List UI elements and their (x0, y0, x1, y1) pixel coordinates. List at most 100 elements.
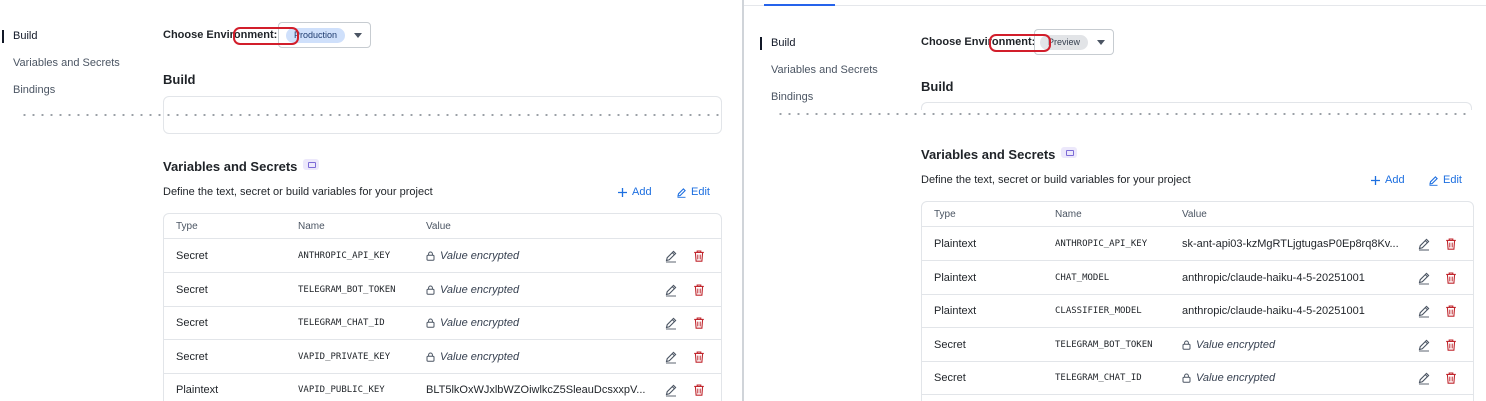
row-name: ANTHROPIC_API_KEY (1055, 239, 1148, 249)
variables-heading: Variables and Secrets (921, 147, 1078, 162)
row-name: TELEGRAM_CHAT_ID (298, 318, 385, 329)
variables-heading-text: Variables and Secrets (921, 147, 1056, 162)
trash-icon[interactable] (692, 383, 706, 397)
row-value: Value encrypted (426, 317, 646, 329)
row-type: Plaintext (934, 238, 977, 250)
nav-item-variables-and-secrets[interactable]: Variables and Secrets (771, 64, 878, 76)
variables-description: Define the text, secret or build variabl… (163, 186, 433, 198)
row-name: VAPID_PUBLIC_KEY (298, 385, 385, 396)
annotation-highlight (989, 34, 1051, 52)
lock-icon (426, 318, 435, 328)
table-row[interactable]: Plaintext CLASSIFIER_MODEL anthropic/claud… (922, 294, 1473, 329)
pencil-icon[interactable] (1417, 371, 1431, 385)
variables-heading-text: Variables and Secrets (163, 159, 298, 174)
trash-icon[interactable] (1444, 237, 1458, 251)
annotation-highlight (233, 27, 299, 45)
active-tab-indicator (764, 4, 835, 6)
row-value-text: Value encrypted (440, 350, 520, 363)
column-value: Value (1182, 209, 1207, 220)
row-type: Secret (176, 283, 208, 296)
pencil-icon[interactable] (1417, 304, 1431, 318)
pencil-icon[interactable] (664, 383, 678, 397)
table-row[interactable]: Secret VAPID_PRIVATE_KEY Value encrypted (164, 340, 721, 374)
plus-icon (1371, 175, 1380, 185)
table-row[interactable]: Secret TELEGRAM_CHAT_ID Value encrypted (922, 361, 1473, 396)
trash-icon[interactable] (1444, 304, 1458, 318)
table-row[interactable]: Secret TELEGRAM_BOT_TOKEN Value encrypted (164, 273, 721, 307)
panel-preview: Build Variables and Secrets Bindings Cho… (744, 0, 1486, 401)
row-value: anthropic/claude-haiku-4-5-20251001 (1182, 305, 1365, 318)
trash-icon[interactable] (1444, 271, 1458, 285)
variables-description: Define the text, secret or build variabl… (921, 174, 1191, 186)
nav-item-variables-and-secrets[interactable]: Variables and Secrets (13, 57, 120, 69)
dotted-divider (776, 113, 1472, 115)
add-label: Add (632, 186, 652, 198)
row-value: Value encrypted (1182, 372, 1410, 384)
variables-heading: Variables and Secrets (163, 159, 320, 174)
doc-icon[interactable] (1061, 147, 1078, 158)
lock-icon (426, 251, 435, 261)
row-type: Secret (934, 372, 966, 385)
add-variable-button[interactable]: Add (617, 186, 652, 198)
row-value: Value encrypted (426, 284, 646, 296)
panel-production: Build Variables and Secrets Bindings Cho… (0, 0, 742, 401)
edit-variables-button[interactable]: Edit (676, 186, 710, 198)
table-row[interactable]: Secret ANTHROPIC_API_KEY Value encrypted (164, 239, 721, 273)
pencil-icon[interactable] (664, 350, 678, 364)
edit-label: Edit (1443, 174, 1462, 186)
add-label: Add (1385, 174, 1405, 186)
build-heading: Build (921, 79, 954, 94)
nav-item-build[interactable]: Build (759, 37, 795, 50)
row-type: Plaintext (176, 384, 219, 397)
trash-icon[interactable] (1444, 371, 1458, 385)
table-header: Type Name Value (922, 202, 1473, 227)
row-type: Secret (176, 317, 208, 330)
edit-variables-button[interactable]: Edit (1428, 174, 1462, 186)
chevron-down-icon (1097, 40, 1105, 45)
table-row[interactable]: Secret TELEGRAM_BOT_TOKEN Value encrypted (922, 328, 1473, 362)
trash-icon[interactable] (692, 283, 706, 297)
row-name: CLASSIFIER_MODEL (1055, 306, 1142, 317)
nav-item-bindings[interactable]: Bindings (13, 84, 55, 96)
pencil-icon[interactable] (664, 283, 678, 297)
table-row[interactable]: Plaintext CHAT_MODEL anthropic/claude-haik… (922, 261, 1473, 295)
nav-item-bindings[interactable]: Bindings (771, 91, 813, 103)
add-variable-button[interactable]: Add (1370, 174, 1405, 186)
row-value: anthropic/claude-haiku-4-5-20251001 (1182, 271, 1365, 284)
row-name: TELEGRAM_BOT_TOKEN (298, 284, 396, 295)
row-type: Secret (176, 250, 208, 262)
trash-icon[interactable] (692, 350, 706, 364)
pencil-icon[interactable] (1417, 338, 1431, 352)
table-row[interactable]: Plaintext ANTHROPIC_API_KEY sk-ant-api03-k… (922, 227, 1473, 261)
row-name: ANTHROPIC_API_KEY (298, 251, 391, 261)
lock-icon (426, 352, 435, 362)
dotted-divider (20, 114, 722, 116)
table-row[interactable]: Secret TELEGRAM_CHAT_ID Value encrypted (164, 306, 721, 341)
row-type: Plaintext (934, 305, 977, 318)
lock-icon (1182, 340, 1191, 350)
pencil-icon[interactable] (664, 249, 678, 263)
nav-item-build[interactable]: Build (1, 30, 37, 43)
row-name: TELEGRAM_BOT_TOKEN (1055, 339, 1153, 350)
row-value-text: Value encrypted (440, 283, 520, 296)
trash-icon[interactable] (1444, 338, 1458, 352)
row-value-text: Value encrypted (1196, 338, 1276, 351)
trash-icon[interactable] (692, 249, 706, 263)
row-type: Secret (934, 338, 966, 351)
pencil-icon[interactable] (1417, 271, 1431, 285)
row-name: VAPID_PRIVATE_KEY (298, 351, 391, 362)
row-value: BLT5lkOxWJxlbWZOiwlkcZ5SleauDcsxxpV... (426, 384, 646, 397)
table-row[interactable]: Plaintext VAPID_PUBLIC_KEY BLT5lkOxWJxlbWZ… (164, 373, 721, 401)
pencil-icon (677, 187, 686, 198)
column-type: Type (176, 221, 198, 232)
column-name: Name (1055, 209, 1082, 220)
column-value: Value (426, 221, 451, 232)
plus-icon (618, 187, 627, 197)
row-value: Value encrypted (426, 351, 646, 363)
pencil-icon[interactable] (664, 316, 678, 330)
column-name: Name (298, 221, 325, 232)
table-header: Type Name Value (164, 214, 721, 239)
trash-icon[interactable] (692, 316, 706, 330)
doc-icon[interactable] (303, 159, 320, 170)
pencil-icon[interactable] (1417, 237, 1431, 251)
